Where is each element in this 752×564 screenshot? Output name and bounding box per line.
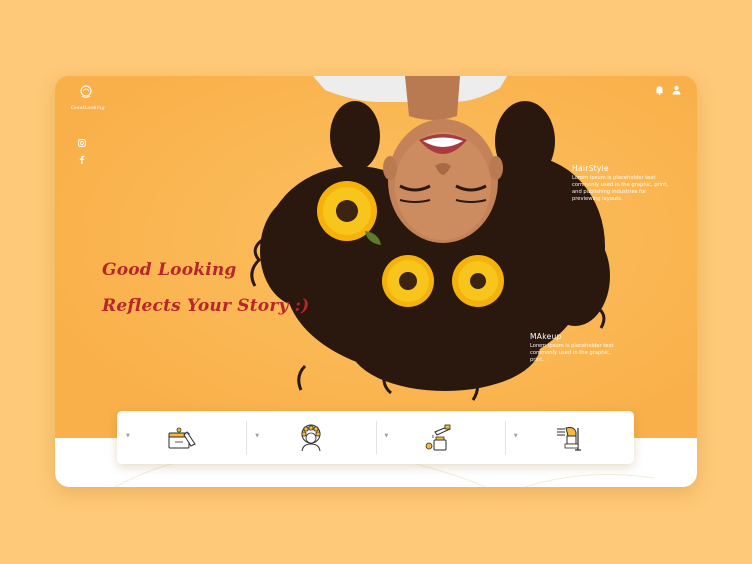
- chevron-down-icon[interactable]: ▼: [255, 434, 259, 439]
- hairstyle-text: Lorem ipsum is placeholder text commonly…: [572, 175, 669, 202]
- instagram-icon[interactable]: [78, 139, 86, 147]
- makeup-title[interactable]: MAkeup: [530, 332, 626, 341]
- hero-section: GoodLooking Good Looking Reflects Your S…: [55, 76, 697, 438]
- brand-logo[interactable]: GoodLooking: [71, 84, 105, 111]
- service-salon[interactable]: ▼: [504, 411, 634, 464]
- skincare-cream-icon: [168, 427, 196, 448]
- tagline-line-1: Good Looking: [102, 260, 237, 280]
- social-links: [78, 139, 86, 164]
- hairstyle-info: HairStyle Lorem ipsum is placeholder tex…: [572, 164, 672, 203]
- header-actions: [655, 85, 681, 95]
- cosmetics-dropper-icon: [425, 424, 451, 450]
- hero-photo: [55, 76, 697, 438]
- hair-curlers-icon: [301, 424, 321, 451]
- tagline-line-2: Reflects Your Story :): [102, 296, 310, 316]
- service-skincare[interactable]: ▼: [117, 411, 246, 464]
- hero-tagline: Good Looking Reflects Your Story :): [102, 262, 309, 315]
- chevron-down-icon[interactable]: ▼: [385, 434, 389, 439]
- service-cosmetics[interactable]: ▼: [375, 411, 505, 464]
- service-hair[interactable]: ▼: [246, 411, 375, 464]
- facebook-icon[interactable]: [78, 155, 86, 164]
- logo-icon: [80, 85, 92, 98]
- bell-icon[interactable]: [655, 85, 664, 95]
- brand-name: GoodLooking: [71, 105, 105, 111]
- user-icon[interactable]: [672, 85, 681, 95]
- makeup-text: Lorem ipsum is placeholder text commonly…: [530, 343, 614, 363]
- services-bar: ▼ ▼ ▼ ▼: [117, 411, 634, 464]
- hairstyle-title[interactable]: HairStyle: [572, 164, 672, 173]
- hairdryer-salon-icon: [557, 426, 582, 451]
- makeup-info: MAkeup Lorem ipsum is placeholder text c…: [530, 332, 626, 364]
- chevron-down-icon[interactable]: ▼: [126, 434, 130, 439]
- chevron-down-icon[interactable]: ▼: [514, 434, 518, 439]
